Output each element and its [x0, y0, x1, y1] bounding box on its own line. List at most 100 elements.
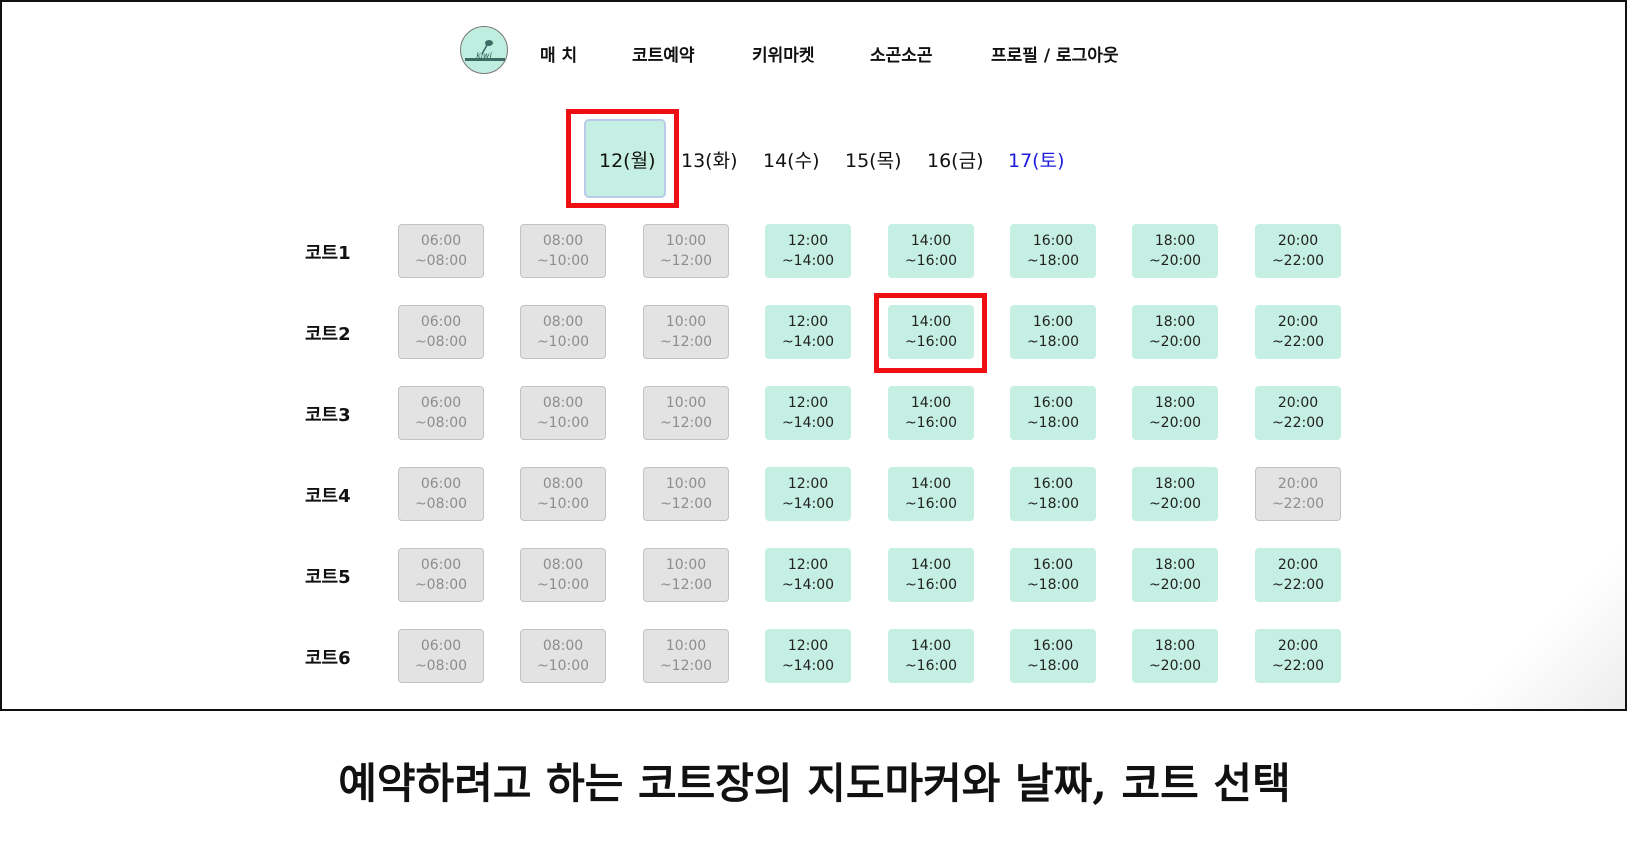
slot-start-time: 20:00 [1277, 638, 1319, 654]
slot-end-time: ~18:00 [1026, 658, 1080, 674]
time-slot-button[interactable]: 06:00 ~08:00 [398, 386, 484, 440]
slot-end-time: ~10:00 [536, 334, 590, 350]
time-slot-button[interactable]: 06:00 ~08:00 [398, 629, 484, 683]
time-slot-button[interactable]: 12:00 ~14:00 [765, 305, 851, 359]
time-slot-button[interactable]: 10:00 ~12:00 [643, 629, 729, 683]
time-slot-button[interactable]: 12:00 ~14:00 [765, 548, 851, 602]
slot-start-time: 20:00 [1277, 314, 1319, 330]
time-slot-button[interactable]: 08:00 ~10:00 [520, 629, 606, 683]
slot-start-time: 16:00 [1032, 395, 1074, 411]
slot-end-time: ~12:00 [659, 334, 713, 350]
slot-end-time: ~10:00 [536, 415, 590, 431]
slot-end-time: ~22:00 [1271, 577, 1325, 593]
time-slot-button[interactable]: 10:00 ~12:00 [643, 224, 729, 278]
slot-start-time: 20:00 [1277, 233, 1319, 249]
slot-start-time: 06:00 [420, 314, 462, 330]
time-slot-button[interactable]: 18:00 ~20:00 [1132, 386, 1218, 440]
time-slot-button[interactable]: 08:00 ~10:00 [520, 224, 606, 278]
date-tab-4[interactable]: 16(금) [927, 146, 983, 173]
time-slot-button[interactable]: 06:00 ~08:00 [398, 305, 484, 359]
time-slot-button[interactable]: 16:00 ~18:00 [1010, 386, 1096, 440]
time-slot-button[interactable]: 12:00 ~14:00 [765, 224, 851, 278]
slot-end-time: ~18:00 [1026, 496, 1080, 512]
nav-court-reservation[interactable]: 코트예약 [632, 41, 695, 66]
slot-start-time: 20:00 [1277, 557, 1319, 573]
time-slot-button[interactable]: 16:00 ~18:00 [1010, 548, 1096, 602]
time-slot-button[interactable]: 20:00 ~22:00 [1255, 467, 1341, 521]
nav-profile-logout[interactable]: 프로필 / 로그아웃 [991, 41, 1119, 66]
time-slot-button[interactable]: 18:00 ~20:00 [1132, 629, 1218, 683]
time-slot-button[interactable]: 14:00 ~16:00 [888, 305, 974, 359]
time-slot-button[interactable]: 18:00 ~20:00 [1132, 467, 1218, 521]
time-slot-button[interactable]: 20:00 ~22:00 [1255, 629, 1341, 683]
time-slot-button[interactable]: 18:00 ~20:00 [1132, 548, 1218, 602]
time-slot-button[interactable]: 08:00 ~10:00 [520, 548, 606, 602]
slot-start-time: 16:00 [1032, 233, 1074, 249]
slot-start-time: 08:00 [542, 557, 584, 573]
slot-end-time: ~14:00 [781, 496, 835, 512]
court-label: 코트3 [305, 405, 351, 426]
slot-start-time: 10:00 [665, 557, 707, 573]
nav-match[interactable]: 매 치 [540, 41, 577, 66]
slot-end-time: ~08:00 [414, 334, 468, 350]
time-slot-button[interactable]: 10:00 ~12:00 [643, 548, 729, 602]
time-slot-button[interactable]: 08:00 ~10:00 [520, 305, 606, 359]
time-slot-button[interactable]: 06:00 ~08:00 [398, 224, 484, 278]
slot-start-time: 18:00 [1154, 638, 1196, 654]
time-slot-button[interactable]: 14:00 ~16:00 [888, 548, 974, 602]
time-slot-button[interactable]: 16:00 ~18:00 [1010, 629, 1096, 683]
slot-start-time: 08:00 [542, 638, 584, 654]
slot-end-time: ~20:00 [1148, 415, 1202, 431]
time-slot-button[interactable]: 12:00 ~14:00 [765, 629, 851, 683]
date-tab-2[interactable]: 14(수) [763, 146, 819, 173]
time-slot-button[interactable]: 20:00 ~22:00 [1255, 224, 1341, 278]
slot-end-time: ~10:00 [536, 658, 590, 674]
slot-start-time: 12:00 [787, 395, 829, 411]
slot-end-time: ~16:00 [904, 577, 958, 593]
date-tab-1[interactable]: 13(화) [681, 146, 737, 173]
date-tab-5[interactable]: 17(토) [1008, 146, 1064, 173]
slot-start-time: 16:00 [1032, 476, 1074, 492]
time-slot-button[interactable]: 14:00 ~16:00 [888, 224, 974, 278]
time-slot-button[interactable]: 10:00 ~12:00 [643, 386, 729, 440]
time-slot-button[interactable]: 18:00 ~20:00 [1132, 305, 1218, 359]
date-tab-3[interactable]: 15(목) [845, 146, 901, 173]
slot-start-time: 18:00 [1154, 557, 1196, 573]
time-slot-button[interactable]: 20:00 ~22:00 [1255, 548, 1341, 602]
time-slot-button[interactable]: 10:00 ~12:00 [643, 467, 729, 521]
time-slot-button[interactable]: 08:00 ~10:00 [520, 467, 606, 521]
nav-kiwi-market[interactable]: 키위마켓 [752, 41, 815, 66]
time-slot-button[interactable]: 16:00 ~18:00 [1010, 305, 1096, 359]
slot-end-time: ~12:00 [659, 577, 713, 593]
slot-end-time: ~08:00 [414, 496, 468, 512]
slot-start-time: 18:00 [1154, 476, 1196, 492]
time-slot-button[interactable]: 12:00 ~14:00 [765, 386, 851, 440]
time-slot-button[interactable]: 20:00 ~22:00 [1255, 386, 1341, 440]
slot-end-time: ~18:00 [1026, 334, 1080, 350]
slot-end-time: ~16:00 [904, 658, 958, 674]
slot-end-time: ~12:00 [659, 253, 713, 269]
slot-end-time: ~16:00 [904, 415, 958, 431]
time-slot-button[interactable]: 18:00 ~20:00 [1132, 224, 1218, 278]
time-slot-button[interactable]: 12:00 ~14:00 [765, 467, 851, 521]
time-slot-button[interactable]: 10:00 ~12:00 [643, 305, 729, 359]
slot-end-time: ~18:00 [1026, 577, 1080, 593]
slot-start-time: 10:00 [665, 476, 707, 492]
kiwi-logo[interactable]: kiwi [460, 26, 508, 74]
nav-community[interactable]: 소곤소곤 [870, 41, 933, 66]
slot-end-time: ~18:00 [1026, 253, 1080, 269]
time-slot-button[interactable]: 08:00 ~10:00 [520, 386, 606, 440]
time-slot-button[interactable]: 06:00 ~08:00 [398, 548, 484, 602]
date-tab-0[interactable]: 12(월) [599, 146, 655, 173]
time-slot-button[interactable]: 14:00 ~16:00 [888, 467, 974, 521]
time-slot-button[interactable]: 14:00 ~16:00 [888, 629, 974, 683]
slot-start-time: 14:00 [910, 233, 952, 249]
time-slot-button[interactable]: 16:00 ~18:00 [1010, 224, 1096, 278]
time-slot-button[interactable]: 16:00 ~18:00 [1010, 467, 1096, 521]
slot-start-time: 14:00 [910, 476, 952, 492]
time-slot-button[interactable]: 06:00 ~08:00 [398, 467, 484, 521]
time-slot-button[interactable]: 14:00 ~16:00 [888, 386, 974, 440]
slot-start-time: 06:00 [420, 476, 462, 492]
slot-end-time: ~20:00 [1148, 658, 1202, 674]
time-slot-button[interactable]: 20:00 ~22:00 [1255, 305, 1341, 359]
